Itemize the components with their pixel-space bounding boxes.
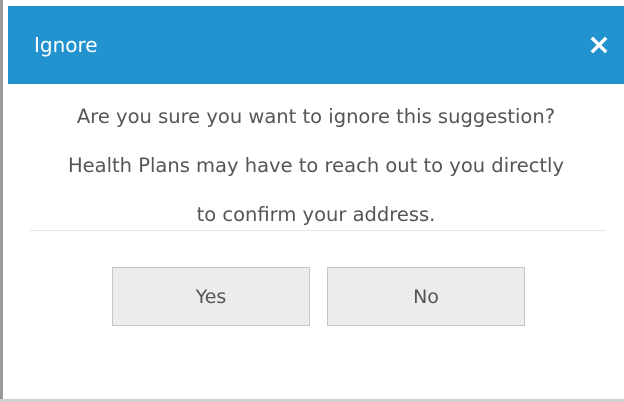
close-icon (586, 32, 612, 58)
ignore-dialog: Ignore Are you sure you want to ignore t… (0, 0, 624, 402)
no-button[interactable]: No (327, 267, 525, 326)
dialog-message: Are you sure you want to ignore this sug… (8, 92, 624, 239)
window-left-edge (0, 0, 3, 400)
message-line: Are you sure you want to ignore this sug… (76, 105, 556, 128)
divider (30, 230, 606, 231)
message-line: to confirm your address. (196, 203, 436, 226)
close-button[interactable] (586, 32, 612, 58)
dialog-titlebar: Ignore (8, 6, 624, 84)
message-line: Health Plans may have to reach out to yo… (67, 154, 565, 177)
dialog-title: Ignore (34, 33, 98, 57)
yes-button[interactable]: Yes (112, 267, 310, 326)
